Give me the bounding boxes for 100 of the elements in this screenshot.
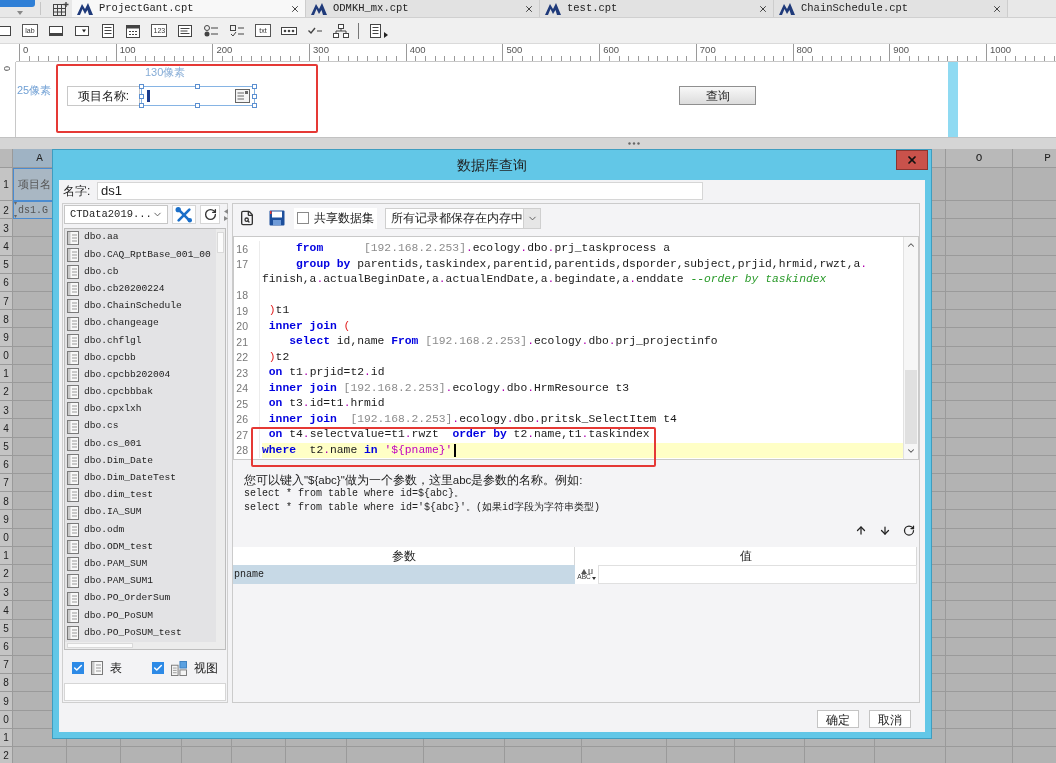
resize-handle[interactable]	[195, 103, 200, 108]
name-field[interactable]: ds1	[97, 182, 703, 200]
table-list-item[interactable]: dbo.PO_PoSUM	[65, 607, 216, 625]
row-number[interactable]: 0	[0, 346, 12, 365]
text-area-icon[interactable]	[177, 23, 194, 38]
file-tab[interactable]: ProjectGant.cpt	[72, 0, 306, 17]
radio-list-icon[interactable]	[203, 23, 220, 38]
dropdown-widget-icon[interactable]	[73, 23, 90, 38]
tree-icon[interactable]	[332, 23, 349, 38]
tools-button[interactable]	[172, 205, 196, 224]
row-number[interactable]: 2	[0, 382, 12, 402]
checkbox[interactable]	[297, 212, 309, 224]
row-number[interactable]: 3	[0, 401, 12, 420]
row-number[interactable]: 2	[0, 201, 12, 220]
checkbox[interactable]	[152, 662, 164, 674]
row-number[interactable]: 7	[0, 291, 12, 311]
table-list-item[interactable]: dbo.cb	[65, 263, 216, 281]
query-button[interactable]: 查询	[679, 86, 756, 105]
grip-dots-icon[interactable]	[628, 142, 640, 145]
preview-icon[interactable]	[239, 210, 255, 226]
table-list-item[interactable]: dbo.chflgl	[65, 332, 216, 350]
table-cell[interactable]: pname	[233, 565, 575, 584]
save-icon[interactable]	[269, 210, 285, 226]
row-number[interactable]: 9	[0, 328, 12, 347]
row-number[interactable]: 2	[0, 564, 12, 583]
table-list-item[interactable]: dbo.cpcbb202004	[65, 366, 216, 384]
row-number[interactable]: 6	[0, 273, 12, 292]
row-number[interactable]: 7	[0, 473, 12, 492]
horizontal-scrollbar[interactable]	[65, 642, 225, 649]
sql-editor[interactable]	[233, 236, 919, 460]
row-number[interactable]: 1	[0, 546, 12, 565]
refresh-button[interactable]	[200, 205, 220, 224]
dialog-button[interactable]: 取消	[869, 710, 911, 728]
row-number[interactable]: 6	[0, 637, 12, 656]
close-icon[interactable]	[992, 3, 1002, 14]
row-number[interactable]: 7	[0, 655, 12, 674]
file-tab[interactable]: ODMKH_mx.cpt	[306, 0, 540, 17]
row-number[interactable]: 1	[0, 728, 12, 747]
row-number[interactable]: 0	[0, 710, 12, 729]
table-list-item[interactable]: dbo.Dim_Date	[65, 452, 216, 470]
row-number[interactable]: 3	[0, 582, 12, 602]
row-number[interactable]: 4	[0, 419, 12, 438]
vertical-scrollbar[interactable]	[903, 237, 918, 459]
scrollbar-thumb[interactable]	[217, 232, 224, 253]
table-list-item[interactable]: dbo.aa	[65, 229, 216, 247]
button-widget-icon[interactable]	[47, 23, 64, 38]
splitter-arrows-icon[interactable]	[224, 207, 228, 222]
row-number[interactable]: 4	[0, 601, 12, 620]
scrollbar-thumb[interactable]	[67, 643, 133, 648]
close-icon[interactable]	[758, 3, 768, 14]
close-icon[interactable]	[524, 3, 534, 14]
table-list-item[interactable]: dbo.cpcbb	[65, 349, 216, 367]
filter-option[interactable]: 视图	[152, 659, 218, 677]
row-number[interactable]: 5	[0, 619, 12, 638]
list-widget-icon[interactable]	[99, 23, 116, 38]
row-number[interactable]: 9	[0, 692, 12, 711]
row-number[interactable]: 5	[0, 255, 12, 274]
scroll-down-icon[interactable]	[906, 446, 916, 456]
table-list-item[interactable]: dbo.dim_test	[65, 486, 216, 504]
value-field[interactable]	[598, 565, 917, 584]
resize-handle[interactable]	[195, 84, 200, 89]
row-number[interactable]: 9	[0, 510, 12, 529]
row-number[interactable]: 2	[0, 746, 12, 763]
row-number[interactable]: 8	[0, 673, 12, 693]
list-more-icon[interactable]	[369, 23, 390, 38]
grid-plus-icon[interactable]	[53, 1, 69, 16]
table-list-item[interactable]: dbo.Dim_DateTest	[65, 469, 216, 487]
checkbox-list-icon[interactable]	[229, 23, 245, 38]
table-list-item[interactable]: dbo.IA_SUM	[65, 504, 216, 522]
filter-option[interactable]: 表	[72, 659, 122, 677]
refresh-icon[interactable]	[903, 523, 915, 537]
input-field[interactable]	[64, 683, 226, 701]
connection-dropdown[interactable]: CTData2019...	[64, 205, 168, 224]
text-input[interactable]	[141, 86, 255, 106]
row-number[interactable]: 6	[0, 455, 12, 474]
table-list-item[interactable]: dbo.cpxlxh	[65, 400, 216, 419]
table-list-item[interactable]: dbo.cpcbbbak	[65, 383, 216, 401]
close-icon[interactable]	[290, 3, 300, 14]
table-list-item[interactable]: dbo.cs	[65, 418, 216, 436]
table-list-item[interactable]: dbo.odm	[65, 521, 216, 539]
row-number[interactable]: 1	[0, 168, 12, 201]
dialog-button[interactable]: 确定	[817, 710, 859, 728]
share-dataset-option[interactable]: 共享数据集	[294, 207, 377, 229]
row-number[interactable]: 8	[0, 492, 12, 511]
calendar-icon[interactable]	[125, 23, 142, 38]
scroll-up-icon[interactable]	[906, 240, 916, 250]
file-tab[interactable]: ChainSchedule.cpt	[774, 0, 1008, 17]
table-list-item[interactable]: dbo.PO_PoSUM_test	[65, 624, 216, 642]
scrollbar-thumb[interactable]	[905, 370, 917, 444]
row-number[interactable]: 5	[0, 437, 12, 456]
checkbox[interactable]	[72, 662, 84, 674]
row-number[interactable]: 8	[0, 310, 12, 329]
table-list-item[interactable]: dbo.changeage	[65, 314, 216, 333]
table-list-item[interactable]: dbo.ODM_test	[65, 538, 216, 556]
table-list-item[interactable]: dbo.PO_OrderSum	[65, 589, 216, 608]
row-number[interactable]: 0	[0, 528, 12, 547]
table-list-item[interactable]: dbo.ChainSchedule	[65, 297, 216, 315]
storage-mode-dropdown[interactable]: 所有记录都保存在内存中	[385, 207, 541, 229]
row-number[interactable]: 3	[0, 219, 12, 238]
vertical-scrollbar[interactable]	[216, 229, 225, 642]
